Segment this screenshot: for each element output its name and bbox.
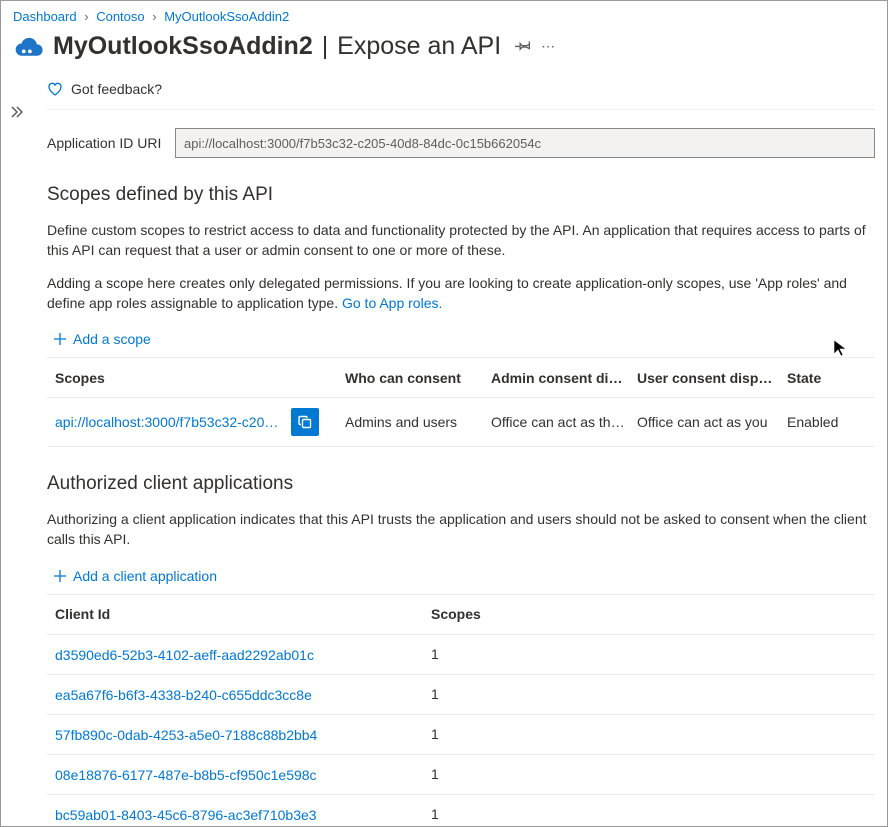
table-header-row: Client Id Scopes [47, 595, 875, 635]
feedback-link[interactable]: Got feedback? [47, 75, 875, 110]
breadcrumb-item-contoso[interactable]: Contoso [96, 9, 144, 24]
col-admin-consent: Admin consent disp… [487, 360, 633, 396]
table-row[interactable]: api://localhost:3000/f7b53c32-c205-40d… … [47, 398, 875, 447]
table-row[interactable]: 57fb890c-0dab-4253-a5e0-7188c88b2bb4 1 [47, 715, 875, 755]
col-user-consent: User consent displa… [633, 360, 783, 396]
client-scope-count: 1 [427, 636, 871, 672]
add-client-button[interactable]: Add a client application [53, 568, 875, 584]
page-title: MyOutlookSsoAddin2 | Expose an API [53, 32, 501, 61]
client-scope-count: 1 [427, 676, 871, 712]
plus-icon [53, 332, 67, 346]
scopes-desc-2: Adding a scope here creates only delegat… [47, 273, 875, 314]
client-scope-count: 1 [427, 796, 871, 827]
copy-icon [298, 415, 312, 429]
plus-icon [53, 569, 67, 583]
cell-admin-consent: Office can act as the u… [487, 404, 633, 440]
table-header-row: Scopes Who can consent Admin consent dis… [47, 358, 875, 398]
clients-desc: Authorizing a client application indicat… [47, 509, 875, 550]
col-scopes: Scopes [51, 360, 341, 396]
chevron-right-icon: › [152, 9, 156, 24]
clients-table: Client Id Scopes d3590ed6-52b3-4102-aeff… [47, 594, 875, 827]
scopes-desc-1: Define custom scopes to restrict access … [47, 220, 875, 261]
copy-button[interactable] [291, 408, 319, 436]
more-icon[interactable]: ⋯ [541, 38, 557, 55]
col-client-scopes: Scopes [427, 596, 871, 632]
app-cloud-icon [15, 36, 43, 58]
col-client-id: Client Id [51, 596, 427, 632]
breadcrumb: Dashboard › Contoso › MyOutlookSsoAddin2 [1, 1, 887, 28]
go-to-app-roles-link[interactable]: Go to App roles. [342, 295, 442, 311]
app-id-uri-input[interactable] [175, 128, 875, 158]
add-client-label: Add a client application [73, 568, 217, 584]
app-id-uri-label: Application ID URI [47, 135, 175, 151]
add-scope-button[interactable]: Add a scope [53, 331, 875, 347]
table-row[interactable]: bc59ab01-8403-45c6-8796-ac3ef710b3e3 1 [47, 795, 875, 827]
title-page-name: Expose an API [337, 32, 501, 60]
chevron-right-icon: › [84, 9, 88, 24]
client-scope-count: 1 [427, 756, 871, 792]
add-scope-label: Add a scope [73, 331, 151, 347]
cell-user-consent: Office can act as you [633, 404, 783, 440]
scopes-table: Scopes Who can consent Admin consent dis… [47, 357, 875, 447]
client-id-link[interactable]: bc59ab01-8403-45c6-8796-ac3ef710b3e3 [55, 807, 317, 823]
cell-who: Admins and users [341, 404, 487, 440]
scopes-section-title: Scopes defined by this API [47, 184, 875, 206]
table-row[interactable]: ea5a67f6-b6f3-4338-b240-c655ddc3cc8e 1 [47, 675, 875, 715]
client-id-link[interactable]: 57fb890c-0dab-4253-a5e0-7188c88b2bb4 [55, 727, 317, 743]
scope-link[interactable]: api://localhost:3000/f7b53c32-c205-40d… [55, 414, 285, 430]
table-row[interactable]: d3590ed6-52b3-4102-aeff-aad2292ab01c 1 [47, 635, 875, 675]
cell-state: Enabled [783, 404, 863, 440]
breadcrumb-item-dashboard[interactable]: Dashboard [13, 9, 77, 24]
heart-icon [47, 81, 63, 97]
clients-section-title: Authorized client applications [47, 473, 875, 495]
feedback-label: Got feedback? [71, 81, 162, 97]
table-row[interactable]: 08e18876-6177-487e-b8b5-cf950c1e598c 1 [47, 755, 875, 795]
client-scope-count: 1 [427, 716, 871, 752]
client-id-link[interactable]: ea5a67f6-b6f3-4338-b240-c655ddc3cc8e [55, 687, 312, 703]
title-app-name: MyOutlookSsoAddin2 [53, 32, 313, 60]
pin-icon[interactable] [515, 37, 531, 56]
col-state: State [783, 360, 863, 396]
breadcrumb-item-app[interactable]: MyOutlookSsoAddin2 [164, 9, 289, 24]
client-id-link[interactable]: 08e18876-6177-487e-b8b5-cf950c1e598c [55, 767, 317, 783]
col-who: Who can consent [341, 360, 487, 396]
expand-sidebar-icon[interactable] [9, 105, 23, 122]
client-id-link[interactable]: d3590ed6-52b3-4102-aeff-aad2292ab01c [55, 647, 314, 663]
